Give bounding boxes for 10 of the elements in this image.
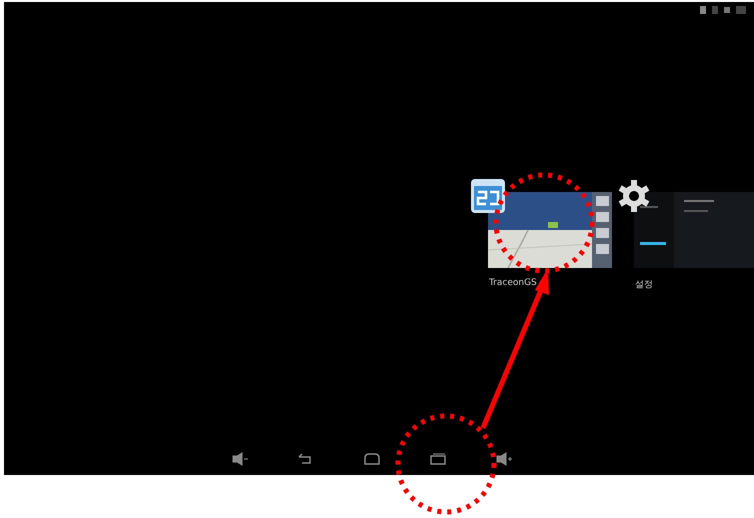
settings-icon <box>616 178 652 214</box>
volume-down-icon[interactable] <box>230 452 250 466</box>
map-app-icon <box>470 178 506 214</box>
home-icon[interactable] <box>362 452 382 466</box>
app-label: TraceonGS <box>489 278 537 288</box>
volume-up-icon[interactable] <box>494 452 514 466</box>
app-label: 설정 <box>635 279 653 291</box>
recent-app-card[interactable]: TraceonGS <box>470 178 612 443</box>
recents-icon[interactable] <box>428 452 448 466</box>
recent-app-card[interactable]: 설정 <box>616 178 754 443</box>
